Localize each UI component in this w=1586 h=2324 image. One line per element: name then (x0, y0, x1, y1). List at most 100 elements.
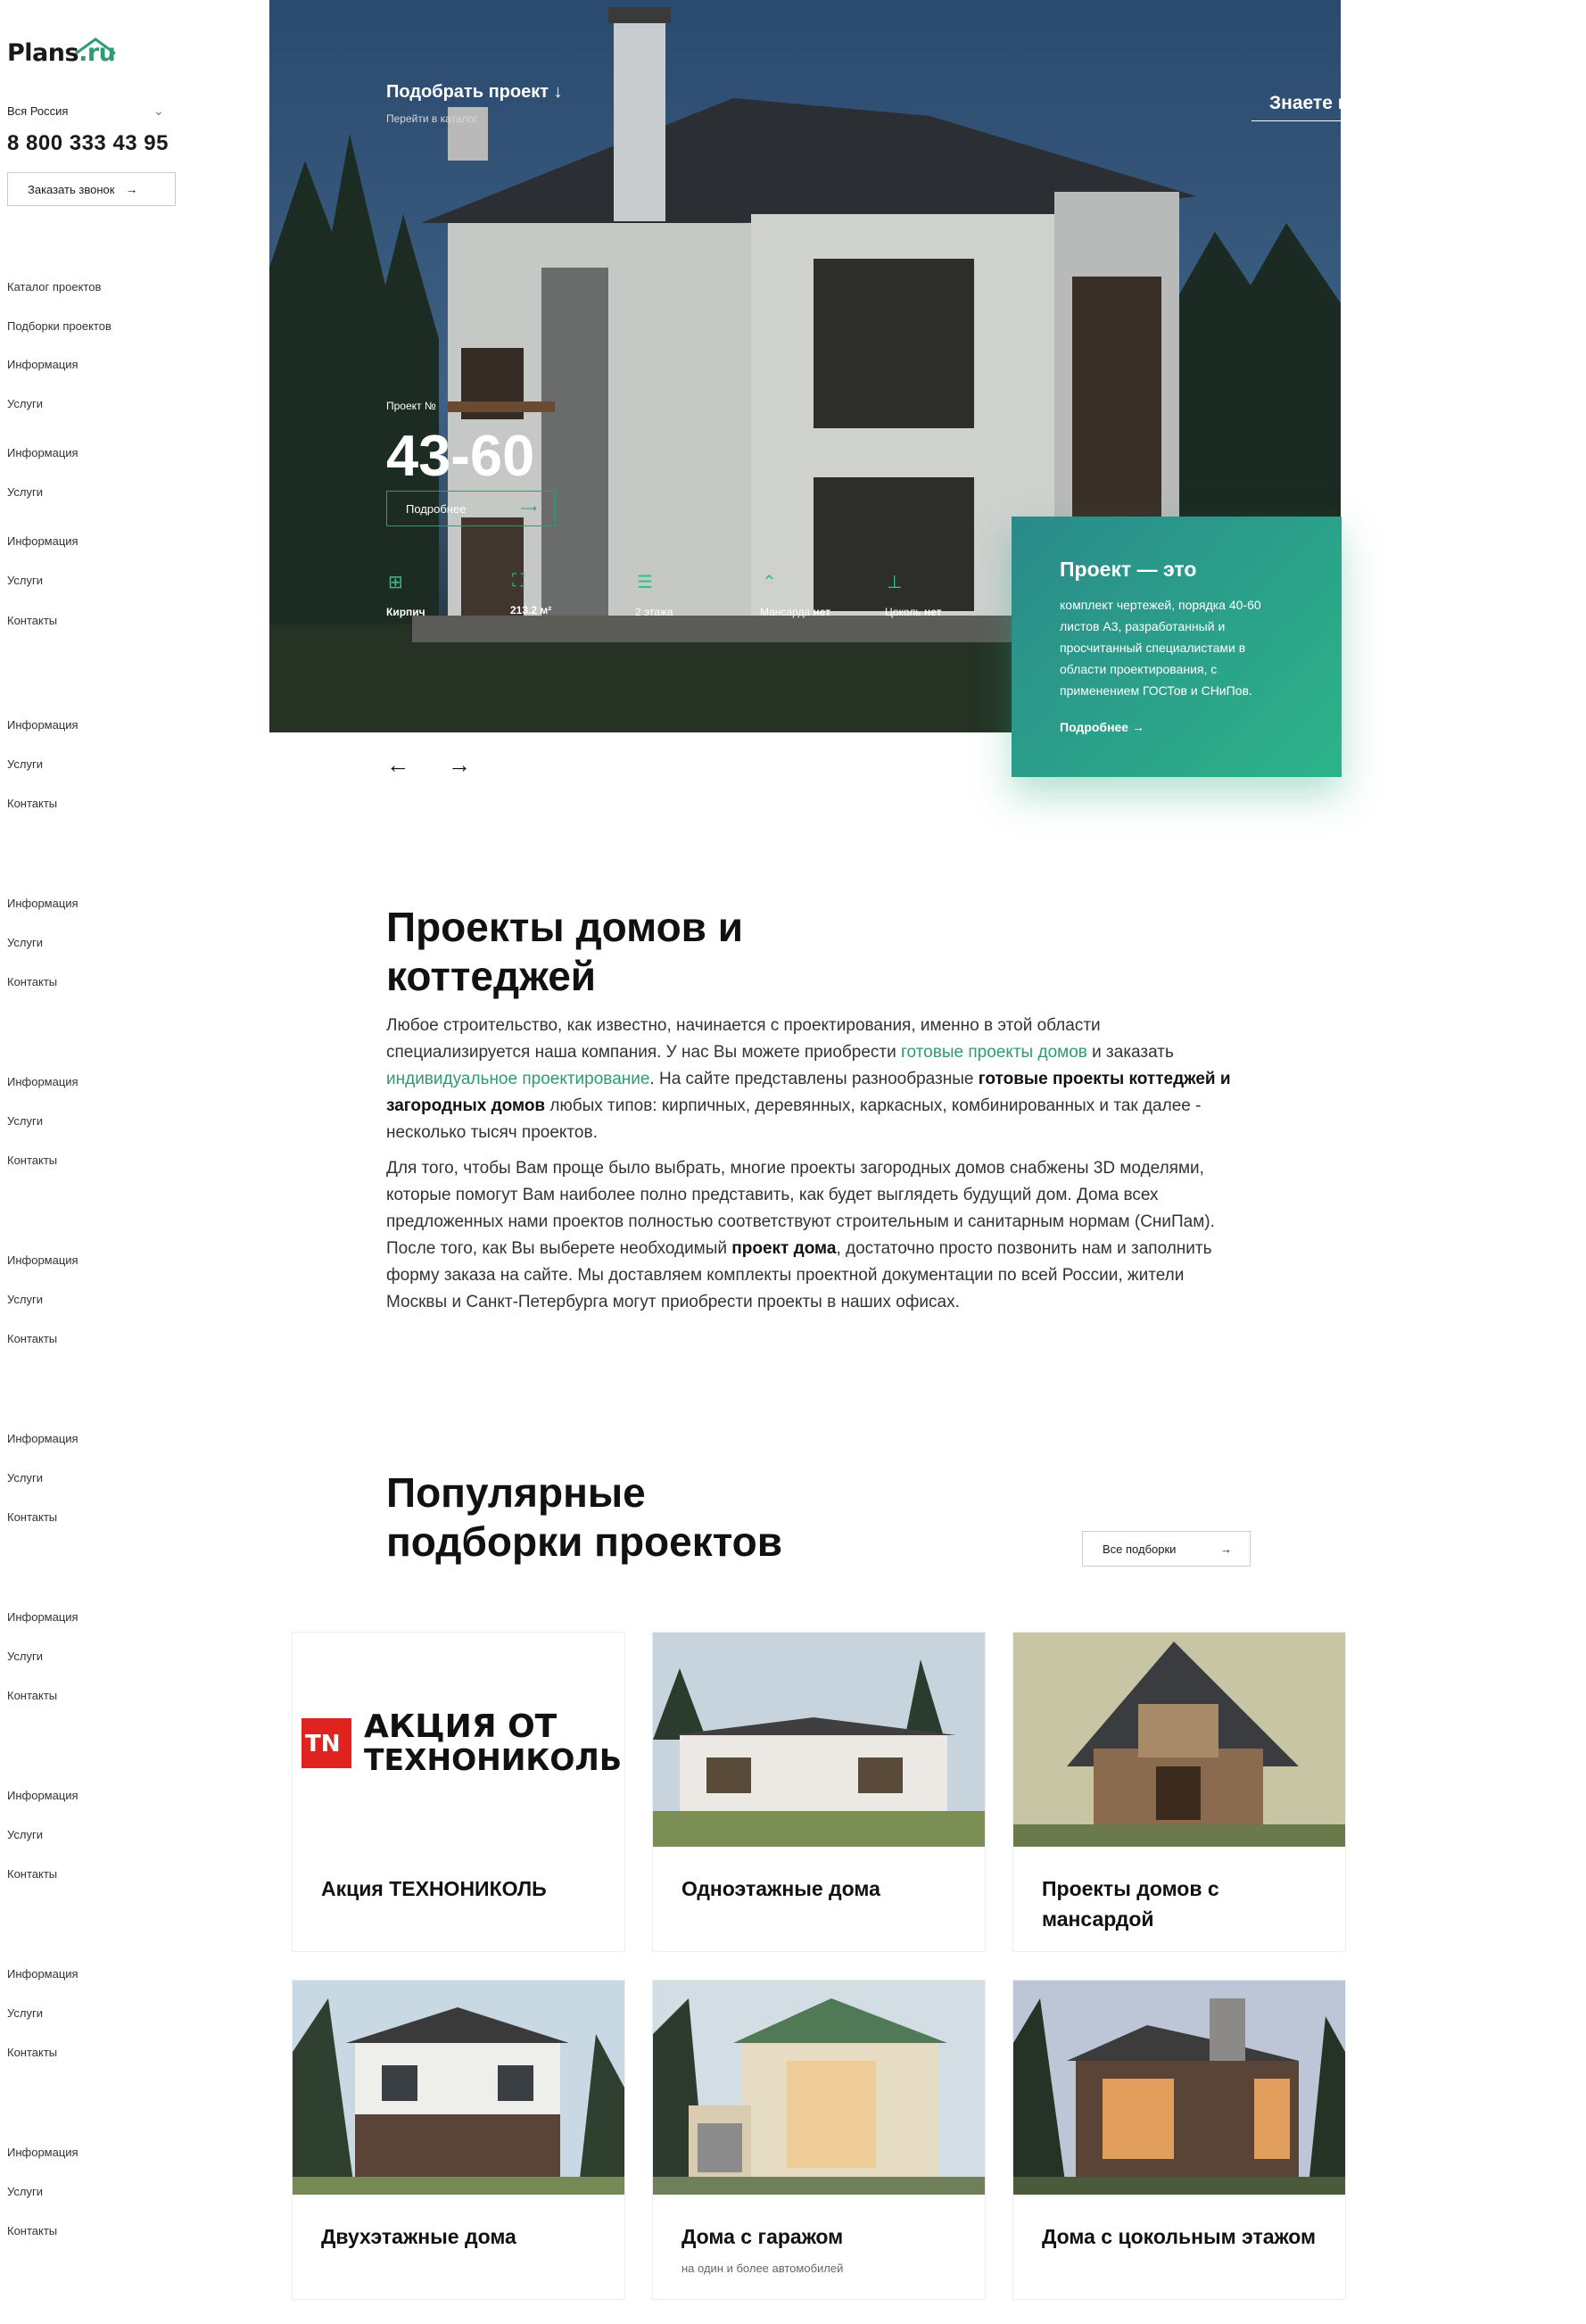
collection-tile[interactable]: Одноэтажные дома (652, 1632, 986, 1952)
all-collections-button[interactable]: Все подборки → (1082, 1531, 1251, 1567)
project-number: 43-60 (386, 423, 535, 488)
sidebar-nav-item[interactable]: Контакты (7, 1689, 57, 1702)
sidebar-nav-item[interactable]: Контакты (7, 1332, 57, 1345)
feature-label: 213.2 м² (510, 604, 552, 616)
sidebar-nav-item[interactable]: Подборки проектов (7, 319, 112, 333)
custom-design-link[interactable]: индивидуальное проектирование (386, 1070, 649, 1088)
collection-tile[interactable]: Двухэтажные дома (292, 1980, 625, 2300)
about-paragraph-2: Для того, чтобы Вам проще было выбрать, … (386, 1155, 1243, 1316)
all-collections-label: Все подборки (1103, 1542, 1177, 1556)
catalog-link[interactable]: Перейти в каталог (386, 112, 478, 125)
card-more-link[interactable]: Подробнее → (1060, 720, 1144, 734)
attic-house-image (1013, 1633, 1345, 1847)
sidebar-nav-item[interactable]: Услуги (7, 757, 43, 771)
sidebar-nav-item[interactable]: Услуги (7, 1114, 43, 1128)
arrow-right-icon: ⟶ (520, 501, 537, 515)
tile-image (653, 1633, 985, 1847)
ready-projects-link[interactable]: готовые проекты домов (901, 1043, 1087, 1062)
callback-label: Заказать звонок (28, 182, 115, 196)
region-select[interactable]: Вся Россия (7, 104, 68, 118)
feature-label: Цоколь (885, 606, 921, 618)
project-more-button[interactable]: Подробнее ⟶ (386, 491, 556, 526)
sidebar-nav-item[interactable]: Услуги (7, 485, 43, 499)
project-more-label: Подробнее (406, 501, 467, 516)
promo-badge: TN (305, 1731, 341, 1757)
two-storey-house-image (293, 1981, 624, 2195)
sidebar-nav-item[interactable]: Информация (7, 446, 78, 459)
sidebar-nav-item[interactable]: Контакты (7, 797, 57, 810)
feature-basement: ⊥ Цоколь нет (885, 571, 942, 618)
feature-wall: ⊞ Кирпич (386, 571, 425, 618)
sidebar-nav-item[interactable]: Услуги (7, 1828, 43, 1841)
sidebar-nav-item[interactable]: Каталог проектов (7, 280, 101, 294)
collection-tile[interactable]: Дома с цокольным этажом (1012, 1980, 1346, 2300)
card-text: комплект чертежей, порядка 40-60 листов … (1060, 598, 1261, 698)
phone-number[interactable]: 8 800 333 43 95 (7, 131, 169, 156)
tile-image (653, 1981, 985, 2195)
feature-label: 2 этажа (635, 606, 673, 618)
tile-image (1013, 1633, 1345, 1847)
text-fragment: и заказать (1086, 1043, 1174, 1062)
sidebar-nav-item[interactable]: Контакты (7, 1510, 57, 1524)
project-info-card: Проект — это комплект чертежей, порядка … (1012, 517, 1342, 777)
search-icon[interactable]: ⚲ (1563, 89, 1576, 112)
slider-next-arrow-icon[interactable]: → (448, 751, 471, 779)
arrow-down-icon: ↓ (553, 82, 563, 102)
sidebar-nav-item[interactable]: Информация (7, 1432, 78, 1445)
garage-house-image (653, 1981, 985, 2195)
sidebar-nav-item[interactable]: Информация (7, 1075, 78, 1088)
sidebar-nav-item[interactable]: Информация (7, 534, 78, 548)
sidebar-nav-item[interactable]: Услуги (7, 936, 43, 949)
sidebar-nav-item[interactable]: Информация (7, 1253, 78, 1267)
sidebar-nav-item[interactable]: Контакты (7, 1154, 57, 1167)
project-code-input[interactable]: Знаете код проекта? (1251, 86, 1507, 121)
sidebar: Plans.ru Вся Россия ⌄ 8 800 333 43 95 За… (0, 0, 268, 2324)
sidebar-nav-item[interactable]: Контакты (7, 614, 57, 627)
sidebar-nav-item[interactable]: Информация (7, 897, 78, 910)
popular-title-line1: Популярные (386, 1469, 646, 1516)
slider-prev-arrow-icon[interactable]: ← (386, 751, 409, 779)
callback-button[interactable]: Заказать звонок → (7, 172, 176, 206)
sidebar-nav-item[interactable]: Контакты (7, 2046, 57, 2059)
card-title: Проект — это (1060, 558, 1197, 581)
sidebar-nav-item[interactable]: Услуги (7, 1650, 43, 1663)
pick-project-link[interactable]: Подобрать проект ↓ (386, 82, 563, 103)
sidebar-nav-item[interactable]: Информация (7, 718, 78, 732)
sidebar-nav-item[interactable]: Контакты (7, 1867, 57, 1881)
project-label: Проект № (386, 400, 436, 412)
sidebar-nav-item[interactable]: Информация (7, 1610, 78, 1624)
about-title-line2: коттеджей (386, 953, 597, 999)
arrow-right-icon: → (125, 182, 138, 196)
sidebar-nav-item[interactable]: Услуги (7, 1293, 43, 1306)
sidebar-nav-item[interactable]: Информация (7, 2146, 78, 2159)
sidebar-nav-item[interactable]: Контакты (7, 975, 57, 988)
sidebar-nav-item[interactable]: Контакты (7, 2224, 57, 2237)
logo-text: Plans (7, 39, 79, 67)
sidebar-nav-item[interactable]: Услуги (7, 2006, 43, 2020)
collection-tile[interactable]: TN АКЦИЯ ОТ ТЕХНОНИКОЛЬ Акция ТЕХНОНИКОЛ… (292, 1632, 625, 1952)
collection-tile[interactable]: Дома с гаражом на один и более автомобил… (652, 1980, 986, 2300)
tile-title: Дома с цокольным этажом (1042, 2225, 1316, 2248)
logo[interactable]: Plans.ru (7, 37, 116, 67)
sidebar-nav-item[interactable]: Услуги (7, 2185, 43, 2198)
sidebar-nav-item[interactable]: Информация (7, 1789, 78, 1802)
tile-subtitle: на один и более автомобилей (681, 2262, 844, 2275)
about-text: Любое строительство, как известно, начин… (386, 1013, 1243, 1316)
tile-title: Одноэтажные дома (681, 1877, 880, 1900)
collection-tile[interactable]: Проекты домов с мансардой (1012, 1632, 1346, 1952)
basement-icon: ⊥ (887, 573, 903, 592)
one-storey-house-image (653, 1633, 985, 1847)
tile-image (293, 1981, 624, 2195)
chevron-down-icon[interactable]: ⌄ (153, 103, 164, 119)
sidebar-nav-item[interactable]: Информация (7, 1967, 78, 1981)
tile-title: Двухэтажные дома (321, 2225, 516, 2248)
card-more-label: Подробнее (1060, 720, 1129, 734)
sidebar-nav-item[interactable]: Услуги (7, 1471, 43, 1485)
sidebar-nav-item[interactable]: Услуги (7, 574, 43, 587)
sidebar-nav-item[interactable]: Услуги (7, 397, 43, 410)
tile-title: Акция ТЕХНОНИКОЛЬ (321, 1877, 547, 1900)
text-fragment: . На сайте представлены разнообразные (649, 1070, 979, 1088)
basement-house-image (1013, 1981, 1345, 2195)
sidebar-nav-item[interactable]: Информация (7, 358, 78, 371)
arrow-right-icon: → (1220, 1542, 1232, 1556)
